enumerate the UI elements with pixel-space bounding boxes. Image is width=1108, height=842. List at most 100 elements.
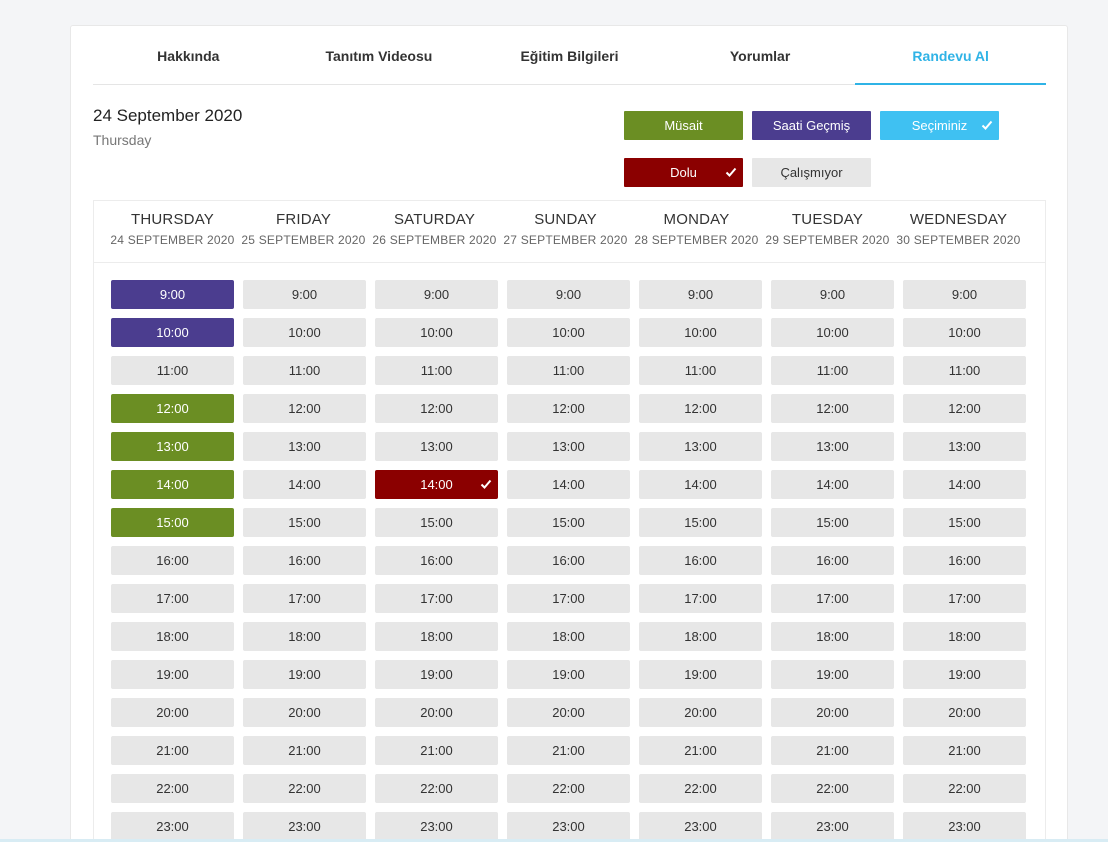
time-slot[interactable]: 21:00 (375, 736, 498, 765)
time-slot[interactable]: 11:00 (243, 356, 366, 385)
time-slot[interactable]: 20:00 (771, 698, 894, 727)
time-slot[interactable]: 20:00 (639, 698, 762, 727)
time-slot[interactable]: 13:00 (507, 432, 630, 461)
time-slot[interactable]: 20:00 (243, 698, 366, 727)
time-slot[interactable]: 12:00 (639, 394, 762, 423)
time-slot[interactable]: 14:00 (771, 470, 894, 499)
time-slot[interactable]: 17:00 (111, 584, 234, 613)
time-slot[interactable]: 13:00 (771, 432, 894, 461)
time-slot[interactable]: 23:00 (375, 812, 498, 841)
time-slot[interactable]: 19:00 (243, 660, 366, 689)
time-slot[interactable]: 15:00 (639, 508, 762, 537)
time-slot[interactable]: 23:00 (507, 812, 630, 841)
time-slot[interactable]: 23:00 (111, 812, 234, 841)
time-slot[interactable]: 22:00 (243, 774, 366, 803)
time-slot[interactable]: 16:00 (507, 546, 630, 575)
time-slot[interactable]: 10:00 (771, 318, 894, 347)
time-slot[interactable]: 21:00 (903, 736, 1026, 765)
time-slot[interactable]: 10:00 (243, 318, 366, 347)
tab-yorumlar[interactable]: Yorumlar (665, 26, 856, 84)
time-slot[interactable]: 17:00 (507, 584, 630, 613)
time-slot[interactable]: 15:00 (243, 508, 366, 537)
time-slot[interactable]: 23:00 (639, 812, 762, 841)
time-slot[interactable]: 18:00 (375, 622, 498, 651)
time-slot[interactable]: 10:00 (507, 318, 630, 347)
time-slot[interactable]: 10:00 (903, 318, 1026, 347)
time-slot[interactable]: 22:00 (507, 774, 630, 803)
time-slot[interactable]: 19:00 (639, 660, 762, 689)
time-slot[interactable]: 16:00 (375, 546, 498, 575)
time-slot[interactable]: 10:00 (111, 318, 234, 347)
time-slot[interactable]: 16:00 (639, 546, 762, 575)
time-slot[interactable]: 12:00 (771, 394, 894, 423)
time-slot[interactable]: 14:00 (243, 470, 366, 499)
time-slot[interactable]: 12:00 (111, 394, 234, 423)
time-slot[interactable]: 21:00 (243, 736, 366, 765)
time-slot[interactable]: 15:00 (111, 508, 234, 537)
time-slot[interactable]: 13:00 (243, 432, 366, 461)
time-slot[interactable]: 20:00 (903, 698, 1026, 727)
time-slot[interactable]: 11:00 (375, 356, 498, 385)
time-slot[interactable]: 17:00 (771, 584, 894, 613)
time-slot[interactable]: 19:00 (903, 660, 1026, 689)
time-slot[interactable]: 17:00 (375, 584, 498, 613)
time-slot[interactable]: 17:00 (903, 584, 1026, 613)
time-slot[interactable]: 15:00 (507, 508, 630, 537)
time-slot[interactable]: 13:00 (903, 432, 1026, 461)
time-slot[interactable]: 18:00 (639, 622, 762, 651)
time-slot[interactable]: 9:00 (111, 280, 234, 309)
time-slot[interactable]: 14:00 (507, 470, 630, 499)
time-slot[interactable]: 20:00 (111, 698, 234, 727)
time-slot[interactable]: 9:00 (375, 280, 498, 309)
time-slot[interactable]: 11:00 (639, 356, 762, 385)
time-slot[interactable]: 14:00 (639, 470, 762, 499)
time-slot[interactable]: 15:00 (375, 508, 498, 537)
time-slot[interactable]: 21:00 (111, 736, 234, 765)
time-slot[interactable]: 16:00 (243, 546, 366, 575)
time-slot[interactable]: 11:00 (507, 356, 630, 385)
tab-hakkinda[interactable]: Hakkında (93, 26, 284, 84)
time-slot[interactable]: 20:00 (375, 698, 498, 727)
time-slot[interactable]: 17:00 (243, 584, 366, 613)
time-slot[interactable]: 18:00 (771, 622, 894, 651)
time-slot[interactable]: 14:00 (903, 470, 1026, 499)
time-slot[interactable]: 19:00 (771, 660, 894, 689)
time-slot[interactable]: 12:00 (243, 394, 366, 423)
time-slot[interactable]: 13:00 (639, 432, 762, 461)
time-slot[interactable]: 11:00 (903, 356, 1026, 385)
time-slot[interactable]: 12:00 (507, 394, 630, 423)
time-slot[interactable]: 9:00 (507, 280, 630, 309)
time-slot[interactable]: 9:00 (243, 280, 366, 309)
time-slot[interactable]: 16:00 (111, 546, 234, 575)
time-slot[interactable]: 22:00 (375, 774, 498, 803)
time-slot[interactable]: 9:00 (771, 280, 894, 309)
time-slot[interactable]: 12:00 (375, 394, 498, 423)
time-slot[interactable]: 23:00 (243, 812, 366, 841)
time-slot[interactable]: 11:00 (771, 356, 894, 385)
time-slot[interactable]: 19:00 (111, 660, 234, 689)
time-slot[interactable]: 19:00 (375, 660, 498, 689)
time-slot[interactable]: 13:00 (375, 432, 498, 461)
time-slot[interactable]: 18:00 (243, 622, 366, 651)
time-slot[interactable]: 18:00 (903, 622, 1026, 651)
time-slot[interactable]: 19:00 (507, 660, 630, 689)
time-slot[interactable]: 15:00 (903, 508, 1026, 537)
time-slot[interactable]: 12:00 (903, 394, 1026, 423)
time-slot[interactable]: 23:00 (903, 812, 1026, 841)
time-slot[interactable]: 21:00 (507, 736, 630, 765)
time-slot[interactable]: 11:00 (111, 356, 234, 385)
time-slot[interactable]: 15:00 (771, 508, 894, 537)
tab-randevu-al[interactable]: Randevu Al (855, 26, 1046, 85)
time-slot[interactable]: 18:00 (111, 622, 234, 651)
time-slot[interactable]: 13:00 (111, 432, 234, 461)
time-slot[interactable]: 9:00 (903, 280, 1026, 309)
time-slot[interactable]: 22:00 (639, 774, 762, 803)
time-slot[interactable]: 16:00 (903, 546, 1026, 575)
time-slot[interactable]: 14:00 (111, 470, 234, 499)
time-slot[interactable]: 22:00 (111, 774, 234, 803)
time-slot[interactable]: 21:00 (771, 736, 894, 765)
time-slot[interactable]: 23:00 (771, 812, 894, 841)
time-slot[interactable]: 16:00 (771, 546, 894, 575)
time-slot[interactable]: 21:00 (639, 736, 762, 765)
time-slot[interactable]: 18:00 (507, 622, 630, 651)
